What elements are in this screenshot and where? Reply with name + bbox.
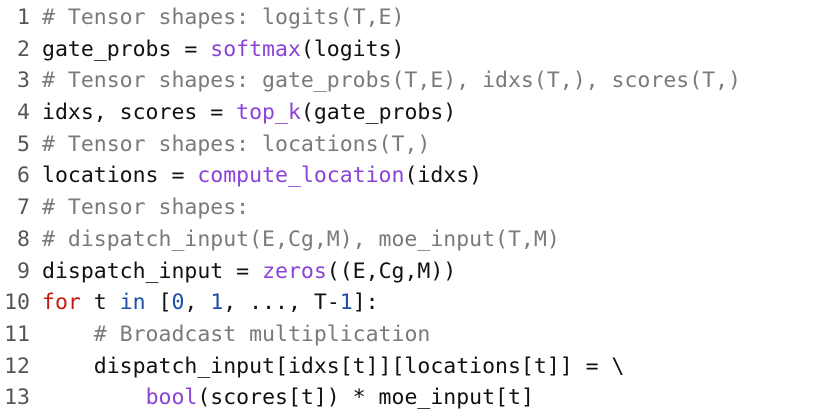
code-token-plain: idxs, scores = [42, 100, 237, 126]
line-code: dispatch_input[idxs[t]][locations[t]] = … [30, 351, 830, 383]
code-line: 13 bool(scores[t]) * moe_input[t] [0, 382, 830, 414]
code-token-func: top_k [236, 100, 301, 126]
code-token-number: 1 [210, 290, 224, 316]
code-line: 1 # Tensor shapes: logits(T,E) [0, 2, 830, 34]
line-code: # Tensor shapes: gate_probs(T,E), idxs(T… [30, 65, 830, 97]
line-code: # Broadcast multiplication [30, 319, 830, 351]
line-number: 9 [17, 258, 30, 284]
code-line: 10 for t in [0, 1, ..., T-1]: [0, 287, 830, 319]
code-token-plain: , [184, 290, 211, 316]
code-listing: 1 # Tensor shapes: logits(T,E) 2 gate_probs… [0, 0, 830, 415]
code-token-comment: # Broadcast multiplication [93, 321, 431, 347]
code-line: 6 locations = compute_location(idxs) [0, 160, 830, 192]
line-number: 7 [17, 195, 30, 221]
line-code: gate_probs = softmax(logits) [30, 34, 830, 66]
code-token-plain: , ..., T- [223, 290, 340, 316]
code-token-func: compute_location [197, 163, 405, 189]
line-number: 3 [17, 68, 30, 94]
line-number: 8 [17, 226, 30, 252]
line-code: for t in [0, 1, ..., T-1]: [30, 287, 830, 319]
line-code: # dispatch_input(E,Cg,M), moe_input(T,M) [30, 224, 830, 256]
line-number: 4 [17, 100, 30, 126]
line-number: 13 [4, 385, 30, 411]
code-token-plain: t [80, 290, 120, 316]
code-token-number: in [119, 290, 146, 316]
line-number: 12 [4, 353, 30, 379]
code-token-plain: dispatch_input = [42, 258, 263, 284]
line-code: idxs, scores = top_k(gate_probs) [30, 97, 830, 129]
line-number: 6 [17, 163, 30, 189]
code-token-plain: gate_probs = [42, 36, 211, 62]
code-token-plain: (scores[t]) * moe_input[t] [197, 385, 534, 411]
line-number: 1 [17, 5, 30, 30]
line-code: bool(scores[t]) * moe_input[t] [30, 382, 830, 414]
code-token-func: softmax [210, 36, 301, 62]
line-number: 2 [17, 36, 30, 62]
code-line: 8 # dispatch_input(E,Cg,M), moe_input(T,M… [0, 224, 830, 256]
code-token-plain: (logits) [300, 36, 405, 62]
code-token-func: bool [145, 385, 198, 411]
line-number: 11 [4, 321, 30, 347]
code-token-plain: (idxs) [404, 163, 483, 189]
line-code: # Tensor shapes: [30, 192, 830, 224]
line-number: 10 [4, 290, 30, 316]
code-token-comment: # Tensor shapes: logits(T,E) [42, 5, 405, 30]
code-token-number: 1 [339, 290, 353, 316]
code-line: 4 idxs, scores = top_k(gate_probs) [0, 97, 830, 129]
code-line: 5 # Tensor shapes: locations(T,) [0, 129, 830, 161]
line-code: locations = compute_location(idxs) [30, 160, 830, 192]
code-token-number: 0 [171, 290, 185, 316]
code-line: 7 # Tensor shapes: [0, 192, 830, 224]
code-token-comment: # Tensor shapes: [42, 195, 250, 221]
code-token-plain: locations = [42, 163, 198, 189]
code-token-func: zeros [262, 258, 327, 284]
line-code: # Tensor shapes: logits(T,E) [30, 2, 830, 34]
code-token-comment: # Tensor shapes: locations(T,) [42, 131, 431, 157]
code-token-plain: ]: [352, 290, 379, 316]
line-number: 5 [17, 131, 30, 157]
code-token-comment: # dispatch_input(E,Cg,M), moe_input(T,M) [42, 226, 560, 252]
code-line: 3 # Tensor shapes: gate_probs(T,E), idxs(… [0, 65, 830, 97]
line-code: # Tensor shapes: locations(T,) [30, 129, 830, 161]
code-token-plain: [ [145, 290, 172, 316]
code-line: 11 # Broadcast multiplication [0, 319, 830, 351]
code-line: 12 dispatch_input[idxs[t]][locations[t]]… [0, 351, 830, 383]
code-line: 9 dispatch_input = zeros((E,Cg,M)) [0, 256, 830, 288]
code-token-plain: dispatch_input[idxs[t]][locations[t]] = … [42, 353, 625, 379]
line-code: dispatch_input = zeros((E,Cg,M)) [30, 256, 830, 288]
code-line: 2 gate_probs = softmax(logits) [0, 34, 830, 66]
code-token-plain: (gate_probs) [300, 100, 457, 126]
code-token-comment: # Tensor shapes: gate_probs(T,E), idxs(T… [42, 68, 741, 94]
code-token-keyword: for [42, 290, 81, 316]
code-token-plain: ((E,Cg,M)) [326, 258, 457, 284]
